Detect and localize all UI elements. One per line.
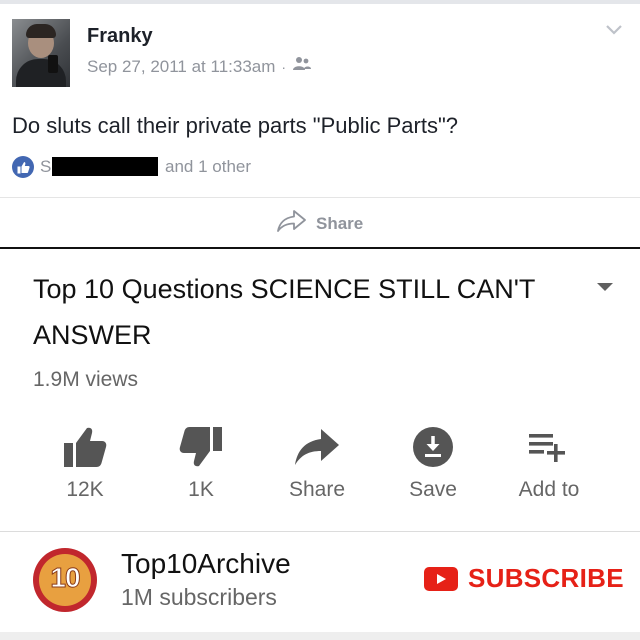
share-video-label: Share (288, 478, 346, 501)
channel-avatar-text: 10 (50, 562, 81, 594)
expand-description-icon[interactable] (594, 279, 616, 295)
subscribe-label: SUBSCRIBE (468, 563, 624, 593)
share-video-button[interactable]: Share (262, 418, 372, 518)
like-button[interactable]: 12K (30, 418, 140, 518)
post-meta: Sep 27, 2011 at 11:33am · (87, 56, 312, 77)
top-divider (0, 0, 640, 4)
reaction-others[interactable]: and 1 other (165, 157, 251, 177)
video-actions: 12K 1K Share Save Add to (0, 418, 640, 518)
like-reaction-icon (12, 156, 34, 178)
meta-separator: · (281, 58, 287, 75)
share-label: Share (316, 213, 364, 233)
add-to-button[interactable]: Add to (494, 418, 604, 518)
save-label: Save (409, 478, 457, 501)
youtube-play-icon (424, 566, 458, 591)
share-icon (276, 208, 308, 239)
add-to-playlist-icon (524, 422, 574, 472)
redaction-bar (52, 157, 158, 176)
dislike-button[interactable]: 1K (146, 418, 256, 518)
subscriber-count: 1M subscribers (121, 584, 277, 610)
share-button[interactable]: Share (276, 208, 363, 239)
channel-name[interactable]: Top10Archive (121, 548, 291, 580)
post-divider (0, 197, 640, 198)
post-timestamp[interactable]: Sep 27, 2011 at 11:33am (87, 57, 275, 77)
view-count: 1.9M views (33, 368, 139, 391)
thumbs-down-icon (176, 422, 226, 472)
facebook-post: Franky Sep 27, 2011 at 11:33am · Do slut… (0, 0, 640, 249)
add-to-label: Add to (518, 478, 580, 501)
channel-divider (0, 531, 640, 532)
share-arrow-icon (292, 422, 342, 472)
bottom-divider (0, 632, 640, 640)
avatar[interactable] (12, 19, 70, 87)
post-options-chevron-icon[interactable] (603, 18, 625, 40)
like-count: 12K (66, 478, 104, 501)
author-name[interactable]: Franky (87, 25, 153, 48)
download-icon (408, 422, 458, 472)
save-button[interactable]: Save (378, 418, 488, 518)
thumbs-up-icon (60, 422, 110, 472)
post-text: Do sluts call their private parts "Publi… (12, 113, 459, 138)
screenshot-divider (0, 247, 640, 249)
subscribe-button[interactable]: SUBSCRIBE (424, 563, 624, 594)
channel-avatar[interactable]: 10 (33, 548, 97, 612)
video-title: Top 10 Questions SCIENCE STILL CAN'T ANS… (33, 274, 535, 350)
friends-icon (292, 56, 312, 77)
dislike-count: 1K (188, 478, 214, 501)
reaction-name-initial[interactable]: S (40, 157, 51, 177)
